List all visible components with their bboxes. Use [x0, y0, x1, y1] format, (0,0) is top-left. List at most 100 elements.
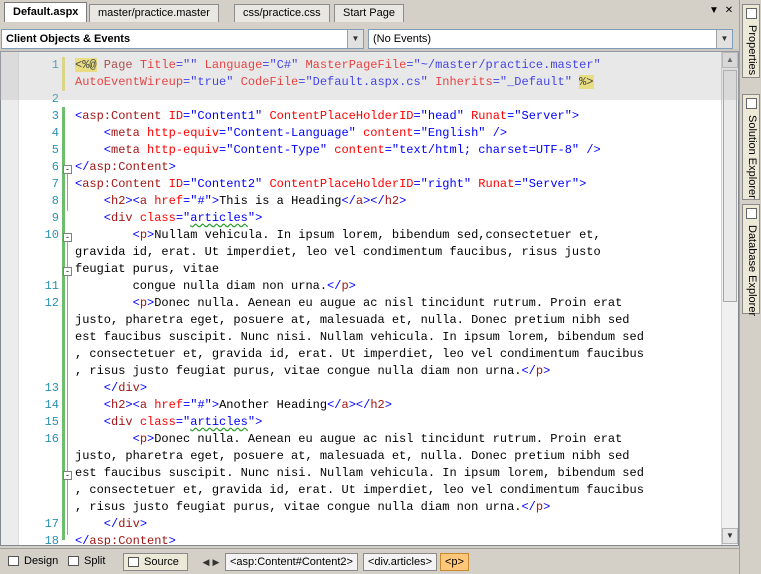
code-token: ></ — [363, 194, 385, 208]
client-objects-select[interactable]: Client Objects & Events ▼ — [1, 29, 364, 49]
code-line: </asp:Content> — [75, 159, 715, 176]
line-number: 18 — [44, 534, 59, 546]
code-token: est faucibus suscipit. Nunc nisi. Nullam… — [75, 466, 644, 480]
code-token: articles — [190, 415, 248, 429]
code-token: meta — [111, 143, 148, 157]
code-token: ContentPlaceHolderID — [269, 177, 414, 191]
code-token: href — [154, 194, 184, 208]
chevron-down-icon[interactable]: ▼ — [716, 30, 732, 48]
line-number: 12 — [44, 296, 59, 310]
code-line: <div class="articles"> — [75, 210, 715, 227]
code-token: Nullam vehicula. In ipsum lorem, bibendu… — [154, 228, 601, 242]
code-token: content — [334, 143, 385, 157]
code-token: < — [75, 398, 112, 412]
code-token: a — [355, 194, 364, 208]
code-token: </ — [75, 517, 119, 531]
code-line: <p>Donec nulla. Aenean eu augue ac nisl … — [75, 295, 715, 312]
code-line: , consectetuer et, gravida id, erat. Ut … — [75, 482, 715, 499]
collapse-icon[interactable]: - — [63, 471, 72, 480]
vertical-scrollbar[interactable]: ▲ ▼ — [721, 52, 738, 545]
solution-explorer-dock-tab[interactable]: Solution Explorer — [742, 94, 760, 200]
code-token: /> — [492, 126, 508, 140]
nav-left-icon[interactable]: ◀ — [202, 555, 210, 569]
code-line: justo, pharetra eget, posuere at, malesu… — [75, 448, 715, 465]
code-editor[interactable]: 1 2 3 4 5 6 7 8 9 10 11 12 13 14 15 16 17 18 - - - - <%@ … — [0, 51, 739, 546]
code-token: congue nulla diam non urna. — [75, 279, 328, 293]
scroll-down-icon[interactable]: ▼ — [722, 528, 738, 544]
code-token: > — [139, 517, 148, 531]
code-token: ="Content1" — [183, 109, 270, 123]
code-token: http-equiv — [147, 143, 220, 157]
code-token: < — [75, 194, 112, 208]
code-line: </div> — [75, 380, 715, 397]
properties-label: Properties — [746, 25, 758, 76]
tab-practice-master[interactable]: master/practice.master — [89, 4, 219, 22]
code-token: Another Heading — [219, 398, 328, 412]
code-line: feugiat purus, vitae — [75, 261, 715, 278]
code-token: , consectetuer et, gravida id, erat. Ut … — [75, 347, 644, 361]
code-token: < — [75, 432, 140, 446]
code-token: asp:Content — [89, 160, 169, 174]
code-token: href — [154, 398, 184, 412]
vs-editor-window: Default.aspx master/practice.master css/… — [0, 0, 761, 574]
database-explorer-label: Database Explorer — [746, 225, 758, 317]
chevron-down-icon[interactable]: ▼ — [347, 30, 363, 48]
events-select[interactable]: (No Events) ▼ — [368, 29, 733, 49]
code-token: > — [168, 160, 176, 174]
navigation-dropdown-bar: Client Objects & Events ▼ (No Events) ▼ — [0, 27, 739, 50]
tab-start-page[interactable]: Start Page — [334, 4, 404, 22]
code-token: ="Server" — [507, 109, 572, 123]
code-token: " — [247, 211, 256, 225]
code-token: =" — [175, 211, 191, 225]
line-number: 5 — [51, 143, 59, 157]
code-token: This is a Heading — [219, 194, 342, 208]
tab-list-menu-icon[interactable]: ▼ — [708, 5, 720, 17]
code-token: > — [543, 500, 551, 514]
code-token: > — [543, 364, 551, 378]
code-token: a — [139, 194, 155, 208]
scroll-thumb[interactable] — [723, 70, 737, 302]
breadcrumb-div-articles[interactable]: <div.articles> — [363, 553, 437, 571]
code-token: h2 — [384, 194, 400, 208]
code-token: div — [111, 415, 140, 429]
collapse-icon[interactable]: - — [63, 165, 72, 174]
code-token: class — [139, 211, 176, 225]
line-number — [19, 346, 59, 363]
collapse-icon[interactable]: - — [63, 267, 72, 276]
code-token: a — [139, 398, 155, 412]
tab-default-aspx[interactable]: Default.aspx — [4, 2, 88, 22]
close-icon[interactable]: ✕ — [723, 5, 735, 17]
split-view-button[interactable]: Split — [64, 553, 105, 571]
code-token: p — [341, 279, 349, 293]
breadcrumb-p[interactable]: <p> — [440, 553, 469, 571]
code-line: , risus justo feugiat purus, vitae congu… — [75, 499, 715, 516]
fold-line — [67, 233, 68, 535]
breadcrumb-asp-content[interactable]: <asp:Content#Content2> — [225, 553, 358, 571]
scroll-up-icon[interactable]: ▲ — [722, 52, 738, 68]
tab-practice-css[interactable]: css/practice.css — [234, 4, 330, 22]
line-number — [19, 363, 59, 380]
code-text-area[interactable]: <%@ Page Title="" Language="C#" MasterPa… — [75, 57, 715, 545]
nav-right-icon[interactable]: ▶ — [212, 555, 220, 569]
code-token: div — [118, 517, 140, 531]
code-line: <asp:Content ID="Content2" ContentPlaceH… — [75, 176, 715, 193]
database-explorer-dock-tab[interactable]: Database Explorer — [742, 204, 760, 317]
code-token: > — [384, 398, 392, 412]
code-line: est faucibus suscipit. Nunc nisi. Nullam… — [75, 465, 715, 482]
code-line: <p>Donec nulla. Aenean eu augue ac nisl … — [75, 431, 715, 448]
line-number: 8 — [51, 194, 59, 208]
code-token: articles — [190, 211, 248, 225]
source-view-button[interactable]: Source — [123, 553, 188, 571]
code-token: h2 — [111, 194, 126, 208]
properties-dock-tab[interactable]: Properties — [742, 4, 760, 78]
design-view-button[interactable]: Design — [4, 553, 58, 571]
indicator-margin[interactable] — [1, 52, 19, 545]
code-token: < — [75, 296, 140, 310]
collapse-icon[interactable]: - — [63, 233, 72, 242]
code-token: meta — [111, 126, 148, 140]
line-number: 16 — [44, 432, 59, 446]
code-line: <meta http-equiv="Content-Type" content=… — [75, 142, 715, 159]
code-token: </ — [341, 194, 356, 208]
code-token: AutoEventWireup — [75, 75, 184, 89]
